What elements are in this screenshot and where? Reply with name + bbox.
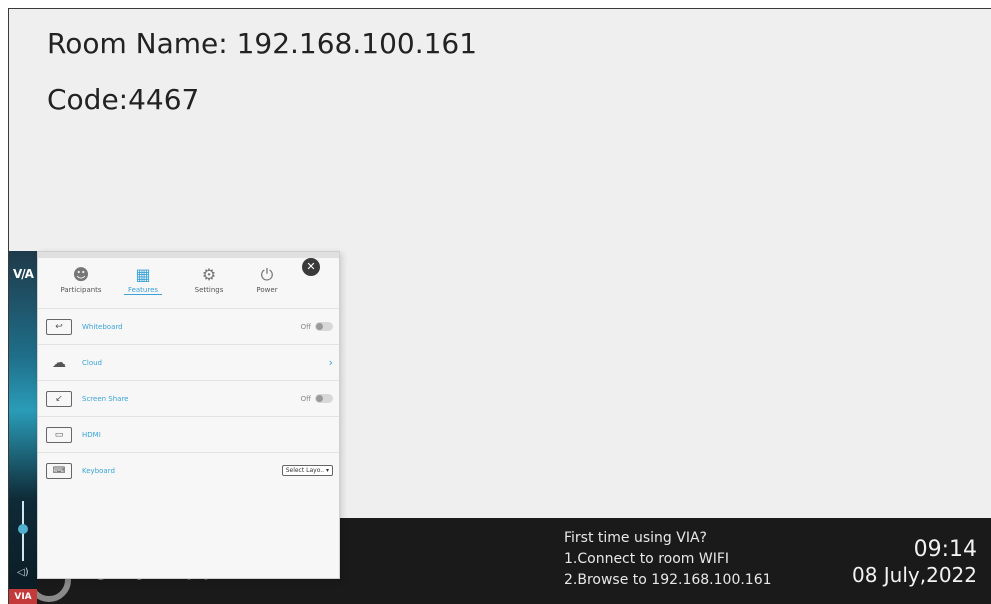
keyboard-layout-select[interactable]: Select Layo.. ▾ bbox=[281, 465, 333, 476]
via-foot-logo: VIA bbox=[9, 589, 37, 604]
tab-label: Features bbox=[123, 286, 163, 295]
feature-label: HDMI bbox=[82, 430, 101, 439]
feature-label: Keyboard bbox=[82, 466, 115, 475]
panel-tabs: ☻ Participants ▦ Features ⚙ Settings ⏻ P… bbox=[38, 264, 339, 308]
hdmi-icon: ▭ bbox=[46, 426, 72, 443]
clock-date: 08 July,2022 bbox=[851, 563, 977, 587]
whiteboard-toggle-area[interactable]: Off bbox=[301, 322, 333, 331]
room-code: Code:4467 bbox=[47, 83, 200, 116]
feature-row-cloud[interactable]: ☁ Cloud › bbox=[38, 344, 339, 380]
toggle-state: Off bbox=[300, 394, 311, 403]
tab-features[interactable]: ▦ Features bbox=[114, 264, 172, 295]
volume-icon: ◁) bbox=[17, 567, 29, 578]
screen-share-toggle-area[interactable]: Off bbox=[301, 394, 333, 403]
tab-label: Participants bbox=[60, 286, 102, 294]
via-strip-logo[interactable]: V/A bbox=[13, 267, 34, 281]
screen-share-toggle[interactable] bbox=[315, 394, 333, 403]
whiteboard-toggle[interactable] bbox=[315, 322, 333, 331]
feature-list: ↩ Whiteboard Off ☁ Cloud › ↙ Screen Shar… bbox=[38, 308, 339, 488]
tab-label: Settings bbox=[194, 286, 224, 294]
keyboard-layout-area: Select Layo.. ▾ bbox=[281, 465, 333, 476]
whiteboard-icon: ↩ bbox=[46, 318, 72, 335]
feature-label: Whiteboard bbox=[82, 322, 123, 331]
tab-participants[interactable]: ☻ Participants bbox=[52, 264, 110, 294]
tab-label: Power bbox=[256, 286, 278, 294]
chevron-right-icon[interactable]: › bbox=[329, 356, 333, 369]
panel-top-bar bbox=[38, 252, 339, 258]
display-screen: Room Name: 192.168.100.161 Code:4467 me … bbox=[8, 8, 991, 604]
feature-label: Cloud bbox=[82, 358, 102, 367]
select-value: Select Layo.. bbox=[285, 467, 325, 474]
side-strip: V/A ◁) VIA bbox=[9, 251, 37, 604]
tab-settings[interactable]: ⚙ Settings bbox=[180, 264, 238, 294]
features-grid-icon: ▦ bbox=[135, 265, 151, 284]
cloud-icon: ☁ bbox=[52, 354, 66, 371]
keyboard-icon: ⌨ bbox=[46, 462, 72, 479]
instruction-line: 1.Connect to room WIFI bbox=[564, 551, 730, 567]
close-panel-button[interactable]: ✕ bbox=[302, 258, 320, 276]
toggle-state: Off bbox=[300, 322, 311, 331]
feature-row-screen-share[interactable]: ↙ Screen Share Off bbox=[38, 380, 339, 416]
screen-share-icon: ↙ bbox=[46, 390, 72, 407]
gear-icon: ⚙ bbox=[201, 265, 217, 284]
feature-row-hdmi[interactable]: ▭ HDMI bbox=[38, 416, 339, 452]
instruction-line: First time using VIA? bbox=[564, 530, 707, 546]
volume-slider-handle[interactable] bbox=[18, 524, 28, 534]
clock: 09:14 08 July,2022 bbox=[852, 536, 977, 588]
clock-time: 09:14 bbox=[913, 537, 977, 562]
room-name: Room Name: 192.168.100.161 bbox=[47, 27, 478, 60]
features-panel: ☻ Participants ▦ Features ⚙ Settings ⏻ P… bbox=[37, 251, 340, 579]
feature-row-keyboard[interactable]: ⌨ Keyboard Select Layo.. ▾ bbox=[38, 452, 339, 488]
power-icon: ⏻ bbox=[260, 265, 274, 284]
tab-power[interactable]: ⏻ Power bbox=[238, 264, 296, 294]
feature-row-whiteboard[interactable]: ↩ Whiteboard Off bbox=[38, 308, 339, 344]
instruction-line: 2.Browse to 192.168.100.161 bbox=[564, 572, 772, 588]
instructions: First time using VIA? 1.Connect to room … bbox=[564, 528, 772, 591]
cloud-chevron-area: › bbox=[329, 356, 333, 369]
participants-icon: ☻ bbox=[72, 265, 90, 284]
feature-label: Screen Share bbox=[82, 394, 129, 403]
